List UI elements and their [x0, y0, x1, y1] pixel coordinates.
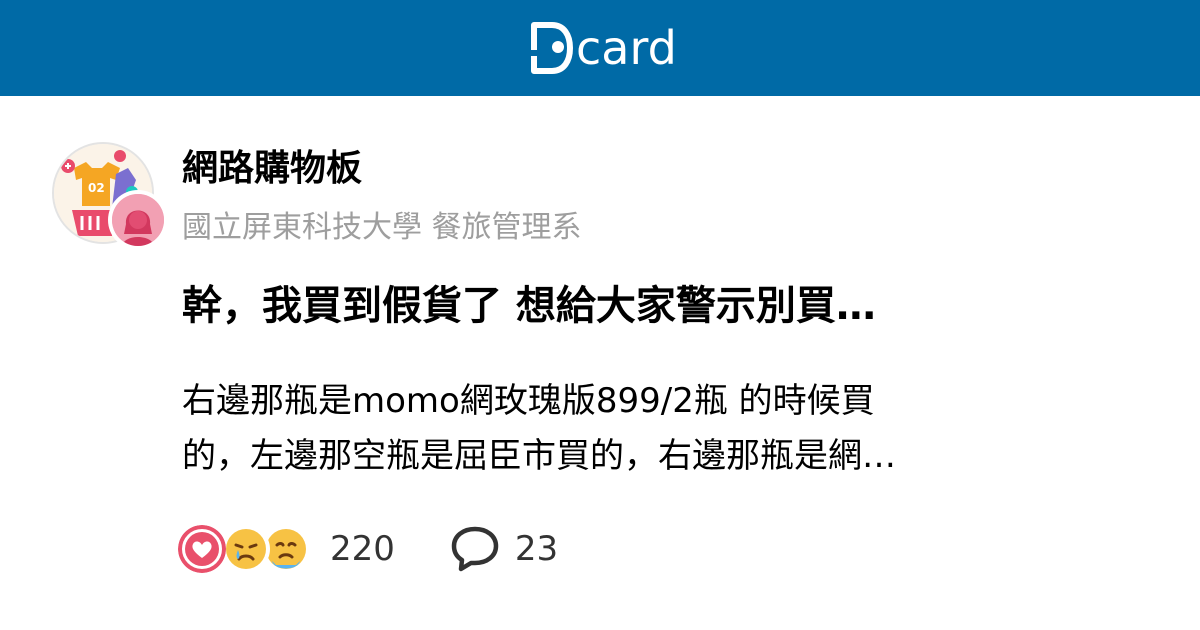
author-avatar[interactable] — [108, 190, 168, 250]
like-count: 220 — [330, 529, 395, 569]
crying-face-icon — [222, 525, 270, 573]
heart-icon — [178, 525, 226, 573]
excerpt-line: 右邊那瓶是momo網玫瑰版899/2瓶 的時候買 — [182, 381, 875, 421]
post-title[interactable]: 幹，我買到假貨了 想給大家警示別買… — [182, 276, 1082, 336]
dcard-d-logo-icon — [531, 22, 573, 74]
brand-text: card — [576, 21, 677, 75]
comment-icon[interactable] — [449, 523, 501, 575]
post-excerpt[interactable]: 右邊那瓶是momo網玫瑰版899/2瓶 的時候買 的，左邊那空瓶是屈臣市買的，右… — [182, 374, 1132, 484]
excerpt-line: 的，左邊那空瓶是屈臣市買的，右邊那瓶是網… — [182, 436, 896, 476]
author-school: 國立屏東科技大學 餐旅管理系 — [182, 210, 582, 245]
forum-name[interactable]: 網路購物板 — [182, 144, 362, 194]
top-bar: card — [0, 0, 1200, 96]
post-stats: 220 23 — [178, 521, 558, 577]
comment-count: 23 — [514, 529, 559, 569]
female-avatar-icon — [112, 194, 164, 246]
dcard-logo[interactable]: card — [530, 20, 677, 76]
reaction-list[interactable] — [178, 521, 312, 577]
svg-text:02: 02 — [88, 181, 105, 195]
